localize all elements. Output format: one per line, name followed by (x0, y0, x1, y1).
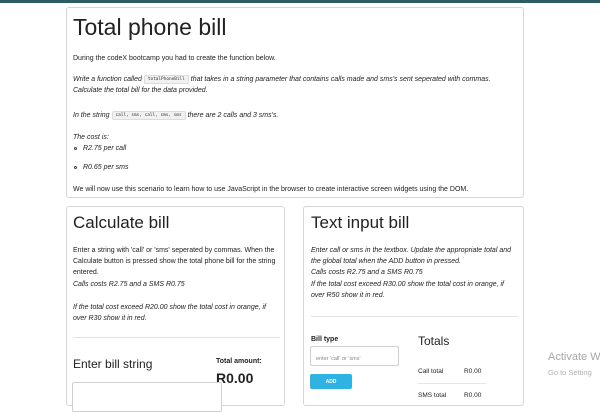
bill-string-input[interactable] (73, 383, 221, 411)
bullet-icon (74, 166, 77, 169)
intro-outro: We will now use this scenario to learn h… (73, 186, 469, 193)
intro-panel: Total phone bill During the codeX bootca… (66, 7, 524, 198)
add-button[interactable]: ADD (310, 374, 352, 389)
example-description: In the string call, sms, call, sms, sms … (73, 110, 519, 121)
cost-sms: R0.65 per sms (83, 164, 129, 171)
text-input-bill-description: Enter call or sms in the textbox. Update… (311, 245, 523, 267)
calculate-bill-cost-note: Calls costs R2.75 and a SMS R0.75 (73, 281, 185, 288)
calculate-bill-warning: If the total cost exceed R20.00 show the… (73, 302, 283, 324)
text-input-bill-cost-note: Calls costs R2.75 and a SMS R0.75 (311, 269, 423, 276)
list-item: R0.65 per sms (73, 162, 129, 173)
cost-list: R2.75 per call R0.65 per sms (73, 143, 129, 173)
desc-line: Enter a string with 'call' or 'sms' sepe… (73, 247, 275, 254)
task-description: Write a function called totalPhoneBill t… (73, 74, 519, 85)
row-divider (418, 383, 486, 384)
desc-line: Calculate button is pressed show the tot… (73, 258, 276, 265)
example-pre-text: In the string (73, 112, 112, 119)
activate-windows-subtext: Go to Setting (548, 368, 592, 377)
cost-call: R2.75 per call (83, 145, 127, 152)
warning-line: over R30 show it in red. (73, 315, 147, 322)
page-title: Total phone bill (73, 14, 227, 40)
window-top-bar (0, 0, 600, 3)
divider (73, 337, 280, 338)
calculate-bill-description: Enter a string with 'call' or 'sms' sepe… (73, 245, 283, 278)
divider (311, 316, 518, 317)
task-post-text: that takes in a string parameter that co… (188, 76, 491, 83)
desc-line: Enter call or sms in the textbox. Update… (311, 247, 512, 254)
bill-string-textarea[interactable] (72, 382, 222, 412)
warning-line: If the total cost exceed R30.00 show the… (311, 281, 505, 288)
example-string-code: call, sms, call, sms, sms (111, 111, 186, 120)
function-name-code: totalPhoneBill (143, 75, 189, 84)
calculate-bill-panel: Calculate bill Enter a string with 'call… (66, 206, 285, 412)
bill-type-label: Bill type (311, 336, 339, 343)
cost-label: The cost is: (73, 134, 109, 141)
desc-line: the global total when the ADD button in … (311, 258, 461, 265)
totals-title: Totals (418, 334, 450, 348)
bill-type-field[interactable] (310, 346, 399, 368)
call-total-label: Call total (418, 368, 444, 375)
intro-lead: During the codeX bootcamp you had to cre… (73, 55, 276, 62)
desc-line: entered. (73, 269, 99, 276)
warning-line: If the total cost exceed R20.00 show the… (73, 304, 267, 311)
text-input-bill-title: Text input bill (311, 213, 410, 232)
bill-type-input[interactable] (311, 350, 398, 368)
list-item: R2.75 per call (73, 143, 129, 154)
text-input-bill-warning: If the total cost exceed R30.00 show the… (311, 279, 523, 301)
bill-string-label: Enter bill string (73, 357, 153, 371)
task-pre-text: Write a function called (73, 76, 144, 83)
text-input-bill-panel: Text input bill Enter call or sms in the… (303, 206, 524, 406)
warning-line: over R50 show it in red. (311, 292, 385, 299)
example-post-text: there are 2 calls and 3 sms's. (185, 112, 279, 119)
sms-total-value: R0.00 (464, 392, 482, 399)
call-total-value: R0.00 (464, 368, 482, 375)
task-description-line2: Calculate the total bill for the data pr… (73, 87, 208, 94)
total-amount-label: Total amount: (216, 358, 262, 365)
calculate-bill-title: Calculate bill (73, 213, 170, 232)
sms-total-label: SMS total (418, 392, 447, 399)
bullet-icon (74, 147, 77, 150)
activate-windows-watermark: Activate W (548, 351, 600, 363)
